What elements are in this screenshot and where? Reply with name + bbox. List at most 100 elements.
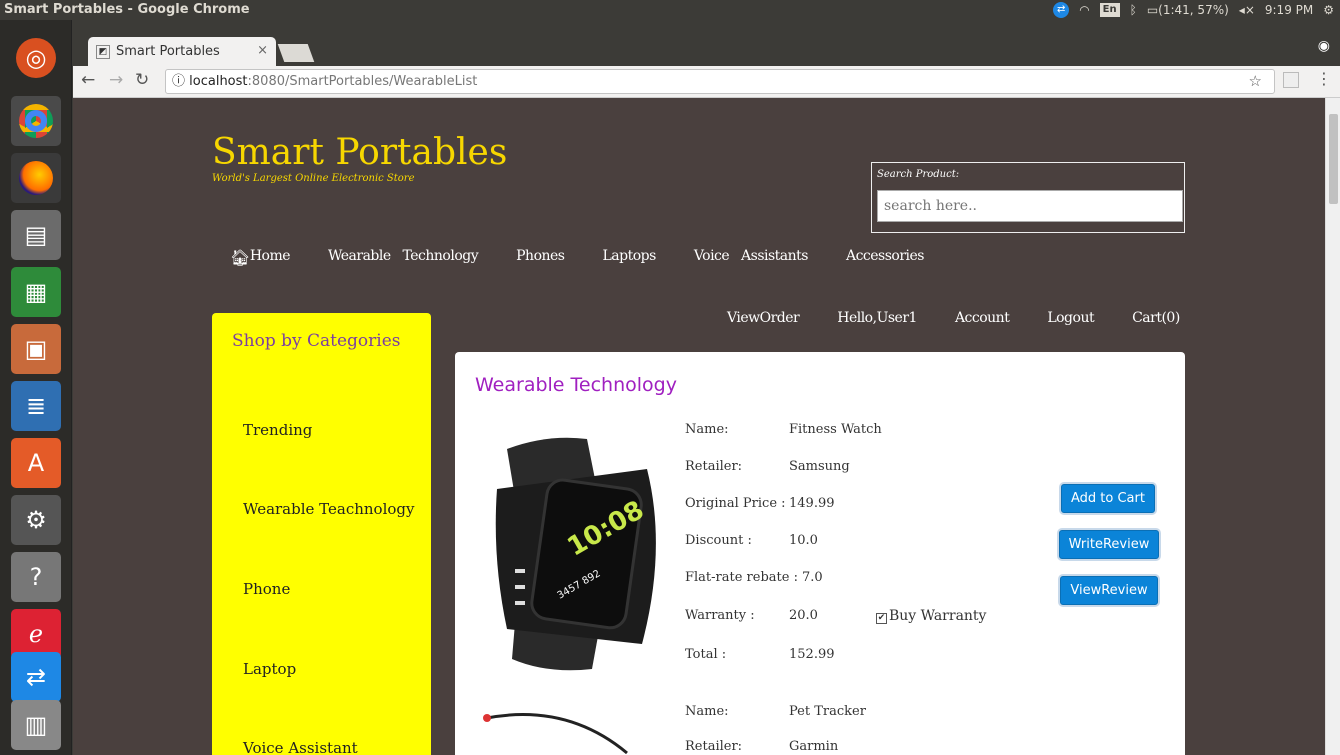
- bookmark-star-icon[interactable]: ☆: [1249, 70, 1262, 93]
- pet-tracker-image: [477, 708, 669, 755]
- clock[interactable]: 9:19 PM: [1265, 3, 1313, 17]
- nav-laptops[interactable]: Laptops: [603, 248, 657, 267]
- tab-title: Smart Portables: [116, 44, 220, 59]
- extension-icon[interactable]: [1283, 72, 1299, 88]
- sidebar-heading: Shop by Categories: [232, 331, 401, 351]
- ubuntu-dash-icon[interactable]: ◎: [16, 38, 56, 78]
- nav-phones[interactable]: Phones: [516, 248, 565, 267]
- battery-icon: ▭: [1146, 3, 1159, 17]
- settings-gear-icon[interactable]: ⚙: [1323, 3, 1334, 17]
- product1-price: 149.99: [789, 496, 835, 511]
- site-brand[interactable]: Smart Portables: [212, 132, 507, 173]
- help-icon[interactable]: ?: [11, 552, 61, 602]
- ubuntu-launcher: ◎ ▤ ▦ ▣ ≣ A ⚙ ? ℯ ⇄ ▥: [0, 20, 72, 755]
- search-input[interactable]: [877, 190, 1183, 222]
- favicon-icon: ◩: [96, 44, 110, 59]
- product1-retailer: Samsung: [789, 459, 850, 474]
- nav-voice-assistants[interactable]: Voice Assistants: [694, 248, 809, 267]
- browser-tab[interactable]: ◩ Smart Portables ×: [88, 37, 276, 66]
- view-review-button[interactable]: ViewReview: [1060, 576, 1158, 605]
- teamviewer-icon[interactable]: ⇄: [1053, 2, 1070, 18]
- spreadsheet-icon[interactable]: ▦: [11, 267, 61, 317]
- close-tab-icon[interactable]: ×: [257, 43, 268, 58]
- new-tab-button[interactable]: [277, 44, 315, 62]
- sidebar-item-trending[interactable]: Trending: [243, 421, 312, 439]
- page-title: Wearable Technology: [475, 374, 677, 396]
- scrollbar-thumb[interactable]: [1329, 114, 1338, 204]
- writer-icon[interactable]: ≣: [11, 381, 61, 431]
- home-icon[interactable]: 🏠︎: [230, 248, 250, 267]
- sidebar-item-phone[interactable]: Phone: [243, 580, 290, 598]
- volume-muted-icon[interactable]: ◂×: [1239, 3, 1255, 17]
- profile-icon[interactable]: ◉: [1318, 38, 1330, 54]
- sidebar-item-wearable[interactable]: Wearable Teachnology: [243, 500, 415, 518]
- search-panel: Search Product:: [871, 162, 1185, 233]
- sidebar-item-laptop[interactable]: Laptop: [243, 660, 296, 678]
- browser-tab-strip: ◩ Smart Portables × ◉: [73, 34, 1340, 66]
- product1-warranty-label: Warranty :: [685, 608, 755, 623]
- product1-discount: 10.0: [789, 533, 818, 548]
- system-top-bar: Smart Portables - Google Chrome ⇄ ◠ En ᛒ…: [0, 0, 1340, 34]
- user-nav: ViewOrder Hello,User1 Account Logout Car…: [727, 310, 1218, 326]
- fitness-watch-image: 10:08 3457 892: [477, 429, 669, 673]
- battery-indicator[interactable]: ▭(1:41, 57%): [1147, 3, 1229, 17]
- forward-arrow-icon[interactable]: →: [109, 70, 123, 90]
- sidebar-item-voice-assistant[interactable]: Voice Assistant: [243, 739, 358, 755]
- category-sidebar: Shop by Categories Trending Wearable Tea…: [212, 313, 431, 755]
- browser-toolbar: ← → ↻ ⓘ localhost:8080/SmartPortables/We…: [73, 66, 1340, 98]
- wifi-icon[interactable]: ◠: [1079, 3, 1089, 17]
- address-bar[interactable]: ⓘ localhost:8080/SmartPortables/Wearable…: [165, 69, 1275, 94]
- back-arrow-icon[interactable]: ←: [81, 70, 95, 90]
- main-nav: 🏠︎ Home Wearable Technology Phones Lapto…: [230, 248, 962, 267]
- product2-name-label: Name:: [685, 704, 729, 719]
- bluetooth-icon[interactable]: ᛒ: [1130, 3, 1137, 17]
- product1-total-label: Total :: [685, 647, 727, 662]
- teamviewer-launcher-icon[interactable]: ⇄: [11, 652, 61, 702]
- page-scrollbar[interactable]: [1325, 98, 1340, 755]
- url-host: localhost: [189, 74, 248, 89]
- url-path: :8080/SmartPortables/WearableList: [247, 74, 478, 89]
- product1-warranty: 20.0: [789, 608, 818, 623]
- chrome-icon[interactable]: [11, 96, 61, 146]
- buy-warranty-checkbox-wrap[interactable]: ✔ Buy Warranty: [876, 608, 986, 624]
- firefox-icon[interactable]: [11, 153, 61, 203]
- product2-retailer-label: Retailer:: [685, 739, 743, 754]
- site-tagline: World's Largest Online Electronic Store: [212, 173, 415, 184]
- product1-discount-label: Discount :: [685, 533, 752, 548]
- reload-icon[interactable]: ↻: [135, 70, 149, 90]
- software-center-icon[interactable]: A: [11, 438, 61, 488]
- system-settings-icon[interactable]: ⚙: [11, 495, 61, 545]
- nav-accessories[interactable]: Accessories: [846, 248, 925, 267]
- presentation-icon[interactable]: ▣: [11, 324, 61, 374]
- nav-hello-user[interactable]: Hello,User1: [837, 310, 917, 326]
- nav-logout[interactable]: Logout: [1047, 310, 1094, 326]
- write-review-button[interactable]: WriteReview: [1059, 530, 1159, 559]
- product1-name-label: Name:: [685, 422, 729, 437]
- window-title: Smart Portables - Google Chrome: [4, 2, 250, 17]
- buy-warranty-checkbox[interactable]: ✔: [876, 613, 887, 624]
- chrome-menu-icon[interactable]: ⋮: [1316, 69, 1332, 88]
- buy-warranty-label[interactable]: Buy Warranty: [889, 608, 986, 624]
- battery-status: (1:41, 57%): [1158, 3, 1229, 17]
- product2-name: Pet Tracker: [789, 704, 866, 719]
- keyboard-language-indicator[interactable]: En: [1099, 3, 1120, 17]
- nav-view-order[interactable]: ViewOrder: [727, 310, 800, 326]
- nav-account[interactable]: Account: [955, 310, 1010, 326]
- files-icon[interactable]: ▤: [11, 210, 61, 260]
- product1-price-label: Original Price :: [685, 496, 786, 511]
- product1-rebate: 7.0: [802, 570, 823, 585]
- add-to-cart-button[interactable]: Add to Cart: [1061, 484, 1155, 513]
- product1-name: Fitness Watch: [789, 422, 882, 437]
- page-viewport: Smart Portables World's Largest Online E…: [73, 98, 1325, 755]
- product1-retailer-label: Retailer:: [685, 459, 743, 474]
- search-label: Search Product:: [877, 169, 960, 180]
- product1-total: 152.99: [789, 647, 835, 662]
- nav-wearable-technology[interactable]: Wearable Technology: [328, 248, 479, 267]
- workspace-icon[interactable]: ▥: [11, 700, 61, 750]
- nav-home[interactable]: Home: [250, 248, 291, 267]
- product2-retailer: Garmin: [789, 739, 839, 754]
- nav-cart[interactable]: Cart(0): [1132, 310, 1180, 326]
- system-indicators: ⇄ ◠ En ᛒ ▭(1:41, 57%) ◂× 9:19 PM ⚙: [1053, 0, 1334, 20]
- info-icon[interactable]: ⓘ: [172, 74, 185, 89]
- product-list-panel: Wearable Technology 10:08 3457 892 Name:…: [455, 352, 1185, 755]
